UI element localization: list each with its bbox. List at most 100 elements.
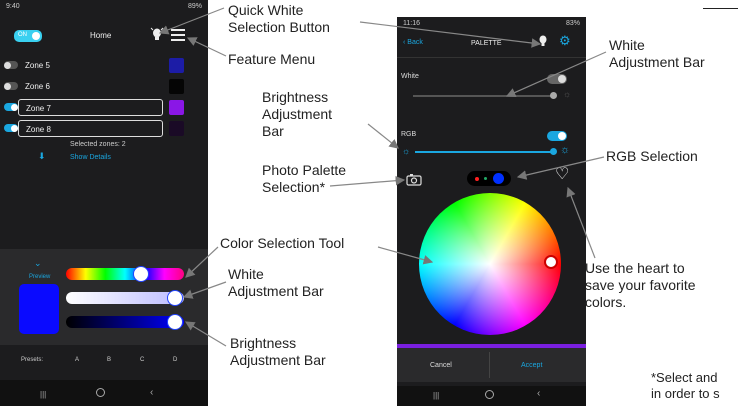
presets-label: Presets: <box>21 357 44 363</box>
page-title: Home <box>90 31 112 40</box>
show-details-link[interactable]: Show Details <box>70 154 111 161</box>
preview-swatch <box>19 284 59 334</box>
white-slider[interactable] <box>413 95 553 97</box>
power-toggle-knob <box>32 32 40 40</box>
brightness-slider-knob[interactable] <box>167 314 183 330</box>
presets-bar: Presets: A B C D <box>0 345 208 375</box>
white-label: White <box>401 73 419 80</box>
status-battery: 89% <box>187 3 202 10</box>
lightbulb-icon[interactable] <box>150 27 164 43</box>
zone-color-swatch[interactable] <box>169 79 184 94</box>
annotation-feature-menu: Feature Menu <box>228 51 316 67</box>
preview-label: Preview <box>29 274 51 280</box>
cancel-button[interactable]: Cancel <box>430 362 452 369</box>
recent-apps-icon[interactable]: ||| <box>40 390 46 399</box>
phone-screen-palette: 11:16 83% ‹ Back PALETTE ⚙ White ☼ RGB ☼… <box>397 17 586 406</box>
zone-toggle-knob <box>4 82 11 90</box>
green-dot <box>484 177 487 180</box>
brightness-slider[interactable] <box>415 151 553 153</box>
home-icon[interactable] <box>96 388 105 397</box>
heart-icon[interactable]: ♡ <box>555 167 569 183</box>
annotation-rgb-selection: RGB Selection <box>606 148 698 164</box>
zone-color-swatch[interactable] <box>169 58 184 73</box>
zone-toggle-knob <box>11 124 18 132</box>
red-dot <box>475 177 479 181</box>
zone-color-swatch[interactable] <box>169 121 184 136</box>
annotation-color-tool: Color Selection Tool <box>220 235 345 251</box>
sun-bright-icon: ☼ <box>560 144 571 156</box>
back-label: Back <box>407 39 423 46</box>
zone-color-swatch[interactable] <box>169 100 184 115</box>
rgb-label: RGB <box>401 131 417 138</box>
color-slider-knob[interactable] <box>133 266 149 282</box>
preset-d-button[interactable]: D <box>173 357 177 363</box>
home-icon[interactable] <box>485 390 494 399</box>
annotation-photo-palette: Photo Palette Selection* <box>262 162 347 195</box>
zone-toggle[interactable] <box>4 61 18 69</box>
annotation-brightness-bottom: Brightness Adjustment Bar <box>230 335 326 368</box>
power-toggle-label: ON <box>18 32 27 38</box>
zone-item[interactable]: Zone 7 <box>18 99 163 116</box>
zone-item[interactable]: Zone 5 <box>18 57 163 74</box>
annotation-brightness-top: Brightness Adjustment Bar <box>262 89 333 139</box>
navigation-bar: ||| ‹ <box>0 380 208 406</box>
zone-toggle-knob <box>4 61 11 69</box>
accept-button[interactable]: Accept <box>521 362 542 369</box>
zone-toggle[interactable] <box>4 103 18 111</box>
annotation-white-bar-right: White Adjustment Bar <box>609 37 705 70</box>
zone-toggle[interactable] <box>4 124 18 132</box>
power-toggle[interactable]: ON <box>14 30 42 42</box>
annotation-heart-note: Use the heart to save your favorite colo… <box>585 260 696 310</box>
zone-label: Zone 6 <box>25 82 50 91</box>
zone-item[interactable]: Zone 6 <box>18 78 163 95</box>
chevron-down-icon[interactable]: ⌄ <box>34 258 42 269</box>
hamburger-menu-icon[interactable] <box>171 29 185 41</box>
status-bar: 11:16 83% <box>397 17 586 31</box>
white-toggle[interactable] <box>547 74 567 84</box>
preset-a-button[interactable]: A <box>75 357 79 363</box>
selected-zones-text: Selected zones: 2 <box>70 141 126 148</box>
divider <box>397 57 586 58</box>
preset-c-button[interactable]: C <box>140 357 144 363</box>
back-nav-icon[interactable]: ‹ <box>537 388 540 399</box>
divider <box>489 352 490 378</box>
status-battery: 83% <box>565 20 580 27</box>
annotation-footnote: *Select and in order to s <box>651 370 720 401</box>
decorative-line <box>703 8 738 9</box>
navigation-bar: ||| ‹ <box>397 386 586 406</box>
page-title: PALETTE <box>471 40 502 47</box>
camera-icon[interactable] <box>406 173 422 186</box>
rgb-toggle[interactable] <box>547 131 567 141</box>
settings-gear-icon[interactable]: ⚙ <box>559 34 571 47</box>
arrow-down-icon[interactable]: ⬇ <box>38 151 46 162</box>
white-toggle-knob <box>558 75 566 83</box>
zone-label: Zone 8 <box>26 125 51 134</box>
color-wheel-picker[interactable] <box>544 255 558 269</box>
status-time: 9:40 <box>6 3 20 10</box>
zone-label: Zone 5 <box>25 61 50 70</box>
action-bar: Cancel Accept <box>397 348 586 382</box>
annotation-quick-white: Quick White Selection Button <box>228 2 330 35</box>
preset-b-button[interactable]: B <box>107 357 111 363</box>
rgb-mode-selector[interactable] <box>467 171 511 186</box>
white-slider-knob[interactable] <box>167 290 183 306</box>
status-bar: 9:40 89% <box>0 0 208 14</box>
zone-toggle[interactable] <box>4 82 18 90</box>
zone-toggle-knob <box>11 103 18 111</box>
status-time: 11:16 <box>403 20 420 27</box>
phone-screen-home: 9:40 89% ON Home Zone 5 Zone 6 Zone 7 Zone … <box>0 0 208 406</box>
color-wheel[interactable] <box>419 193 561 335</box>
recent-apps-icon[interactable]: ||| <box>433 391 439 400</box>
back-nav-icon[interactable]: ‹ <box>150 387 153 398</box>
annotation-white-bar-left: White Adjustment Bar <box>228 266 324 299</box>
brightness-slider-knob[interactable] <box>550 148 557 155</box>
lightbulb-icon[interactable] <box>537 34 549 48</box>
white-slider-knob[interactable] <box>550 92 557 99</box>
color-slider[interactable] <box>66 268 184 280</box>
zone-item[interactable]: Zone 8 <box>18 120 163 137</box>
sun-dim-icon: ☼ <box>402 146 411 156</box>
zone-label: Zone 7 <box>26 104 51 113</box>
blue-dot <box>493 173 504 184</box>
rgb-toggle-knob <box>558 132 566 140</box>
back-button[interactable]: ‹ Back <box>403 39 423 46</box>
